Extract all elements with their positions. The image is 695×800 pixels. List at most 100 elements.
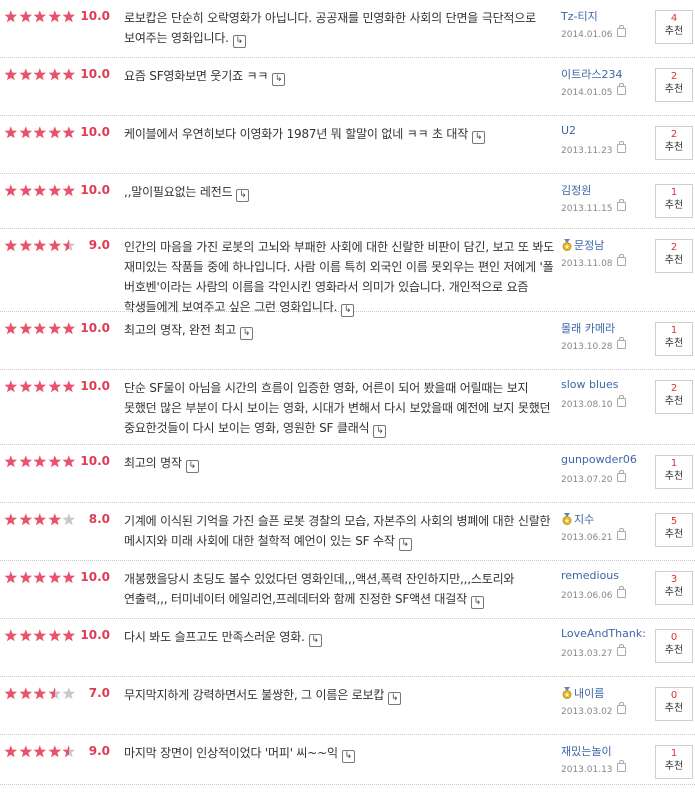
report-icon[interactable]: [616, 586, 626, 598]
author-link[interactable]: remedious: [561, 569, 653, 582]
author-name[interactable]: 문정남: [574, 239, 604, 252]
rating-score: 10.0: [80, 183, 110, 197]
review-row: 7.0 무지막지하게 강력하면서도 불쌍한, 그 이름은 로보캅 ↳ 내이름 2013.…: [0, 677, 695, 735]
author-name[interactable]: remedious: [561, 569, 619, 582]
report-icon[interactable]: [616, 760, 626, 772]
recommend-button[interactable]: 1 추천: [655, 322, 693, 356]
star-icon: [33, 126, 47, 139]
author-link[interactable]: 지수: [561, 511, 653, 527]
star-icon: [62, 455, 76, 468]
author-link[interactable]: 이트라스234: [561, 66, 653, 82]
recommend-button[interactable]: 1 추천: [655, 184, 693, 218]
review-text: 로보캅은 단순히 오락영화가 아닙니다. 공공재를 민영화한 사회의 단면을 극…: [124, 11, 536, 45]
recommend-count: 3: [670, 574, 678, 585]
report-icon[interactable]: [616, 702, 626, 714]
star-icon: [4, 629, 18, 642]
author-link[interactable]: 재밌는놀이: [561, 743, 653, 759]
report-icon[interactable]: [616, 337, 626, 349]
report-icon[interactable]: [616, 528, 626, 540]
author-link[interactable]: 문정남: [561, 237, 653, 253]
report-icon[interactable]: [616, 470, 626, 482]
reply-icon[interactable]: ↳: [341, 750, 355, 763]
author-name[interactable]: Tz-티지: [561, 10, 598, 23]
reply-icon[interactable]: ↳: [308, 634, 322, 647]
review-date-text: 2013.01.13: [561, 765, 613, 775]
review-row: 10.0 최고의 명작, 완전 최고 ↳ 몰래 카메라 2013.10.28 1 추천: [0, 312, 695, 370]
report-icon[interactable]: [616, 254, 626, 266]
rating-stars: [4, 629, 76, 642]
author-name[interactable]: 지수: [574, 513, 594, 526]
recommend-button[interactable]: 1 추천: [655, 745, 693, 779]
rating-score: 10.0: [80, 125, 110, 139]
reply-icon[interactable]: ↳: [472, 131, 486, 144]
author-name[interactable]: 몰래 카메라: [561, 322, 615, 335]
author-link[interactable]: gunpowder06: [561, 453, 653, 466]
author-link[interactable]: slow blues: [561, 378, 653, 391]
reply-icon[interactable]: ↳: [240, 327, 254, 340]
recommend-button[interactable]: 4 추천: [655, 10, 693, 44]
recommend-button[interactable]: 3 추천: [655, 571, 693, 605]
report-icon[interactable]: [616, 644, 626, 656]
author-link[interactable]: LoveAndThank:: [561, 627, 653, 640]
reply-icon[interactable]: ↳: [398, 538, 412, 551]
author-link[interactable]: Tz-티지: [561, 8, 653, 24]
author-link[interactable]: U2: [561, 124, 653, 137]
reply-icon[interactable]: ↳: [373, 425, 387, 438]
report-icon[interactable]: [616, 25, 626, 37]
recommend-button[interactable]: 0 추천: [655, 687, 693, 721]
recommend-label: 추천: [664, 26, 684, 37]
recommend-button[interactable]: 2 추천: [655, 68, 693, 102]
review-row: 10.0 ,,말이필요없는 레전드 ↳ 김정원 2013.11.15 1 추천: [0, 174, 695, 229]
recommend-button[interactable]: 1 추천: [655, 455, 693, 489]
author-name[interactable]: gunpowder06: [561, 453, 637, 466]
review-date-text: 2014.01.06: [561, 30, 613, 40]
reply-icon[interactable]: ↳: [236, 189, 250, 202]
review-date-text: 2013.07.20: [561, 475, 613, 485]
rating-score: 10.0: [80, 67, 110, 81]
author-name[interactable]: slow blues: [561, 378, 619, 391]
rating-stars: [4, 239, 76, 252]
star-icon: [4, 513, 18, 526]
star-icon: [48, 513, 62, 526]
author-name[interactable]: LoveAndThank:: [561, 627, 646, 640]
star-icon: [48, 239, 62, 252]
star-icon: [48, 745, 62, 758]
reply-icon[interactable]: ↳: [470, 596, 484, 609]
reply-icon[interactable]: ↳: [232, 35, 246, 48]
reply-icon[interactable]: ↳: [388, 692, 402, 705]
recommend-button[interactable]: 2 추천: [655, 380, 693, 414]
star-icon: [62, 126, 76, 139]
recommend-button[interactable]: 2 추천: [655, 126, 693, 160]
reply-icon[interactable]: ↳: [272, 73, 286, 86]
rating-stars: [4, 745, 76, 758]
star-icon: [48, 10, 62, 23]
author-name[interactable]: 이트라스234: [561, 68, 622, 81]
author-name[interactable]: 재밌는놀이: [561, 745, 612, 758]
author-link[interactable]: 몰래 카메라: [561, 320, 653, 336]
report-icon[interactable]: [616, 83, 626, 95]
star-icon: [4, 571, 18, 584]
recommend-count: 0: [670, 632, 678, 643]
reply-icon[interactable]: ↳: [185, 460, 199, 473]
recommend-button[interactable]: 5 추천: [655, 513, 693, 547]
author-name[interactable]: 김정원: [561, 184, 591, 197]
recommend-button[interactable]: 0 추천: [655, 629, 693, 663]
rating-score: 10.0: [80, 321, 110, 335]
recommend-count: 2: [670, 242, 678, 253]
star-icon: [48, 184, 62, 197]
author-name[interactable]: 내이름: [574, 687, 604, 700]
star-icon: [19, 68, 33, 81]
rating-score: 7.0: [88, 686, 110, 700]
review-date-text: 2014.01.05: [561, 88, 613, 98]
author-link[interactable]: 내이름: [561, 685, 653, 701]
rating-stars: [4, 322, 76, 335]
report-icon[interactable]: [616, 141, 626, 153]
report-icon[interactable]: [616, 395, 626, 407]
recommend-button[interactable]: 2 추천: [655, 239, 693, 273]
rating-stars: [4, 455, 76, 468]
author-link[interactable]: 김정원: [561, 182, 653, 198]
report-icon[interactable]: [616, 199, 626, 211]
author-name[interactable]: U2: [561, 124, 576, 137]
recommend-label: 추천: [664, 396, 684, 407]
review-comment: 케이블에서 우연히보다 이영화가 1987년 뭐 할말이 없네 ㅋㅋ 초 대작 ↳: [124, 124, 556, 144]
